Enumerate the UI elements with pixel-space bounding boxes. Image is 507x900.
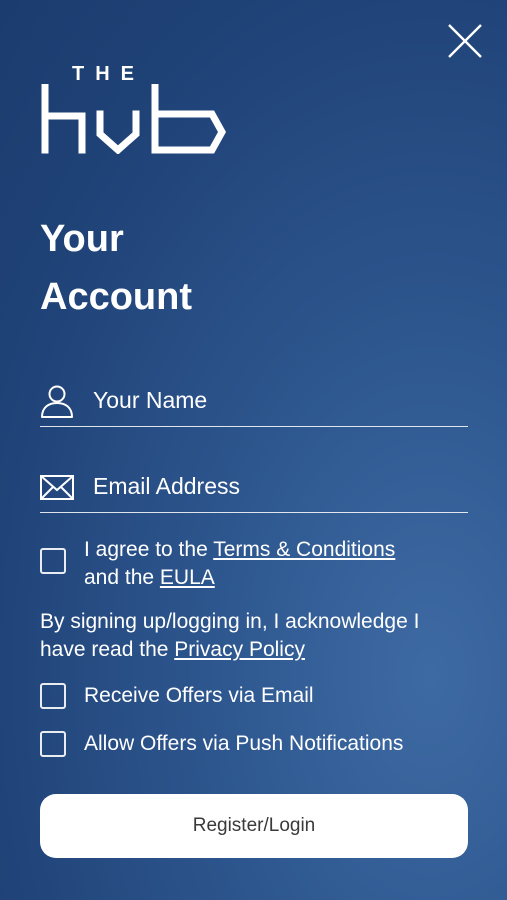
terms-prefix: I agree to the (84, 538, 214, 561)
page-title: Your Account (40, 210, 440, 326)
privacy-line-2-prefix: have read the (40, 638, 175, 661)
name-input[interactable] (91, 382, 455, 418)
logo-the-text: THE (72, 63, 145, 85)
register-login-button[interactable]: Register/Login (40, 794, 468, 858)
terms-text: I agree to the Terms & Conditions and th… (84, 536, 484, 592)
close-icon (448, 24, 482, 58)
mail-icon (40, 475, 74, 500)
terms-checkbox[interactable] (40, 548, 66, 574)
email-field (40, 462, 468, 513)
eula-link[interactable]: EULA (160, 566, 215, 589)
name-field (40, 376, 468, 427)
user-icon (41, 385, 73, 418)
email-input[interactable] (91, 468, 455, 504)
logo-hub-mark (41, 84, 227, 154)
privacy-line-1: By signing up/logging in, I acknowledge … (40, 610, 420, 633)
close-button[interactable] (446, 22, 484, 60)
privacy-policy-link[interactable]: Privacy Policy (174, 638, 305, 661)
email-offers-label: Receive Offers via Email (84, 684, 314, 707)
push-offers-checkbox[interactable] (40, 731, 66, 757)
push-offers-label: Allow Offers via Push Notifications (84, 732, 404, 755)
email-offers-checkbox[interactable] (40, 683, 66, 709)
privacy-notice: By signing up/logging in, I acknowledge … (40, 608, 480, 664)
title-line-1: Your (40, 218, 124, 260)
terms-link[interactable]: Terms & Conditions (213, 538, 395, 561)
hub-logo: THE (40, 62, 230, 154)
eula-prefix: and the (84, 566, 160, 589)
title-line-2: Account (40, 276, 192, 318)
